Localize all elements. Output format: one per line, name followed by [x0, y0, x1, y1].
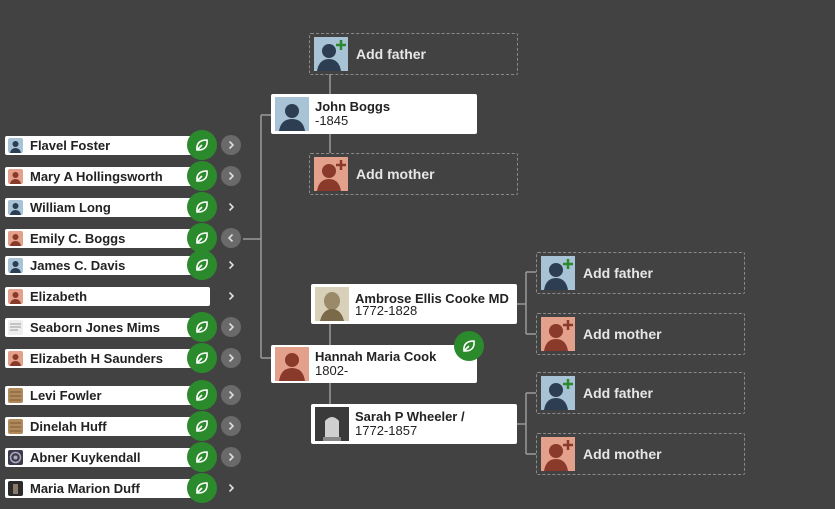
list-item-name: Elizabeth: [30, 289, 88, 304]
list-item-name: Flavel Foster: [30, 138, 111, 153]
hint-leaf-icon[interactable]: [187, 442, 217, 472]
add-mother-card-gf[interactable]: Add mother: [536, 313, 745, 355]
list-item[interactable]: Levi Fowler: [5, 386, 210, 405]
photo-icon: [315, 287, 349, 321]
list-item[interactable]: Mary A Hollingsworth: [5, 167, 210, 186]
female-thumbnail-icon: [8, 231, 23, 246]
hint-leaf-icon[interactable]: [187, 161, 217, 191]
badge-thumbnail-icon: [8, 450, 23, 465]
father-dates: -1845: [315, 113, 349, 128]
chevron-right-icon[interactable]: [221, 447, 241, 467]
photo-thumbnail-icon: [8, 388, 23, 403]
add-mother-icon: [541, 317, 575, 351]
photo-thumbnail-icon: [8, 419, 23, 434]
add-mother-card-paternal[interactable]: Add mother: [309, 153, 518, 195]
mother-name: Hannah Maria Cook: [315, 349, 437, 364]
chevron-right-icon[interactable]: [221, 317, 241, 337]
maternal-grandmother-card[interactable]: Sarah P Wheeler / 1772-1857: [311, 404, 517, 444]
list-item-name: Seaborn Jones Mims: [30, 320, 161, 335]
female-thumbnail-icon: [8, 351, 23, 366]
chevron-right-icon[interactable]: [221, 166, 241, 186]
list-item-name: Elizabeth H Saunders: [30, 351, 163, 366]
list-item-name: William Long: [30, 200, 111, 215]
chevron-left-icon[interactable]: [221, 228, 241, 248]
female-thumbnail-icon: [8, 289, 23, 304]
maternal-grandmother-dates: 1772-1857: [355, 423, 418, 438]
chevron-right-icon[interactable]: [221, 348, 241, 368]
female-thumbnail-icon: [8, 169, 23, 184]
female-avatar-icon: [275, 347, 309, 381]
list-item-name: Mary A Hollingsworth: [30, 169, 163, 184]
male-avatar-icon: [275, 97, 309, 131]
hint-leaf-icon[interactable]: [187, 380, 217, 410]
add-father-card-gm[interactable]: Add father: [536, 372, 745, 414]
hint-leaf-icon[interactable]: [187, 250, 217, 280]
list-item-name: Dinelah Huff: [30, 419, 107, 434]
add-father-icon: [541, 376, 575, 410]
add-father-label: Add father: [583, 265, 653, 281]
chevron-right-icon[interactable]: [221, 255, 241, 275]
add-father-card-paternal[interactable]: Add father: [309, 33, 518, 75]
add-father-label: Add father: [356, 46, 426, 62]
maternal-grandfather-card[interactable]: Ambrose Ellis Cooke MD 1772-1828: [311, 284, 517, 324]
add-mother-icon: [314, 157, 348, 191]
list-item[interactable]: Dinelah Huff: [5, 417, 210, 436]
mother-card[interactable]: Hannah Maria Cook 1802-: [271, 345, 477, 383]
chevron-right-icon[interactable]: [221, 135, 241, 155]
hint-leaf-icon[interactable]: [187, 473, 217, 503]
list-item[interactable]: Elizabeth: [5, 287, 210, 306]
list-item[interactable]: Emily C. Boggs: [5, 229, 210, 248]
maternal-grandmother-name: Sarah P Wheeler /: [355, 409, 465, 424]
male-thumbnail-icon: [8, 200, 23, 215]
list-item-name: Emily C. Boggs: [30, 231, 126, 246]
add-father-card-gf[interactable]: Add father: [536, 252, 745, 294]
hint-leaf-icon[interactable]: [187, 343, 217, 373]
gravestone-photo-icon: [315, 407, 349, 441]
list-item[interactable]: William Long: [5, 198, 210, 217]
list-item-name: Maria Marion Duff: [30, 481, 140, 496]
chevron-right-icon[interactable]: [221, 416, 241, 436]
list-item[interactable]: Seaborn Jones Mims: [5, 318, 210, 337]
add-father-label: Add father: [583, 385, 653, 401]
hint-leaf-icon[interactable]: [187, 223, 217, 253]
hint-leaf-icon[interactable]: [187, 312, 217, 342]
chevron-right-icon[interactable]: [221, 197, 241, 217]
add-father-icon: [541, 256, 575, 290]
list-item[interactable]: Abner Kuykendall: [5, 448, 210, 467]
list-item[interactable]: Elizabeth H Saunders: [5, 349, 210, 368]
list-item-name: Abner Kuykendall: [30, 450, 141, 465]
mother-dates: 1802-: [315, 363, 349, 378]
hint-leaf-icon[interactable]: [187, 130, 217, 160]
list-item[interactable]: Maria Marion Duff: [5, 479, 210, 498]
maternal-grandfather-dates: 1772-1828: [355, 302, 418, 318]
hint-leaf-icon[interactable]: [187, 411, 217, 441]
male-thumbnail-icon: [8, 258, 23, 273]
chevron-right-icon[interactable]: [221, 478, 241, 498]
photo-dark-thumbnail-icon: [8, 481, 23, 496]
add-mother-card-gm[interactable]: Add mother: [536, 433, 745, 475]
list-item-name: James C. Davis: [30, 258, 126, 273]
add-father-icon: [314, 37, 348, 71]
list-item[interactable]: James C. Davis: [5, 256, 210, 275]
document-thumbnail-icon: [8, 320, 23, 335]
add-mother-label: Add mother: [583, 326, 662, 342]
add-mother-icon: [541, 437, 575, 471]
list-item[interactable]: Flavel Foster: [5, 136, 210, 155]
add-mother-label: Add mother: [356, 166, 435, 182]
father-card[interactable]: John Boggs -1845: [271, 94, 477, 134]
mother-hint-leaf-icon[interactable]: [454, 331, 484, 361]
list-item-name: Levi Fowler: [30, 388, 102, 403]
hint-leaf-icon[interactable]: [187, 192, 217, 222]
male-thumbnail-icon: [8, 138, 23, 153]
add-mother-label: Add mother: [583, 446, 662, 462]
father-name: John Boggs: [315, 99, 391, 114]
chevron-right-icon[interactable]: [221, 385, 241, 405]
chevron-right-icon[interactable]: [221, 286, 241, 306]
